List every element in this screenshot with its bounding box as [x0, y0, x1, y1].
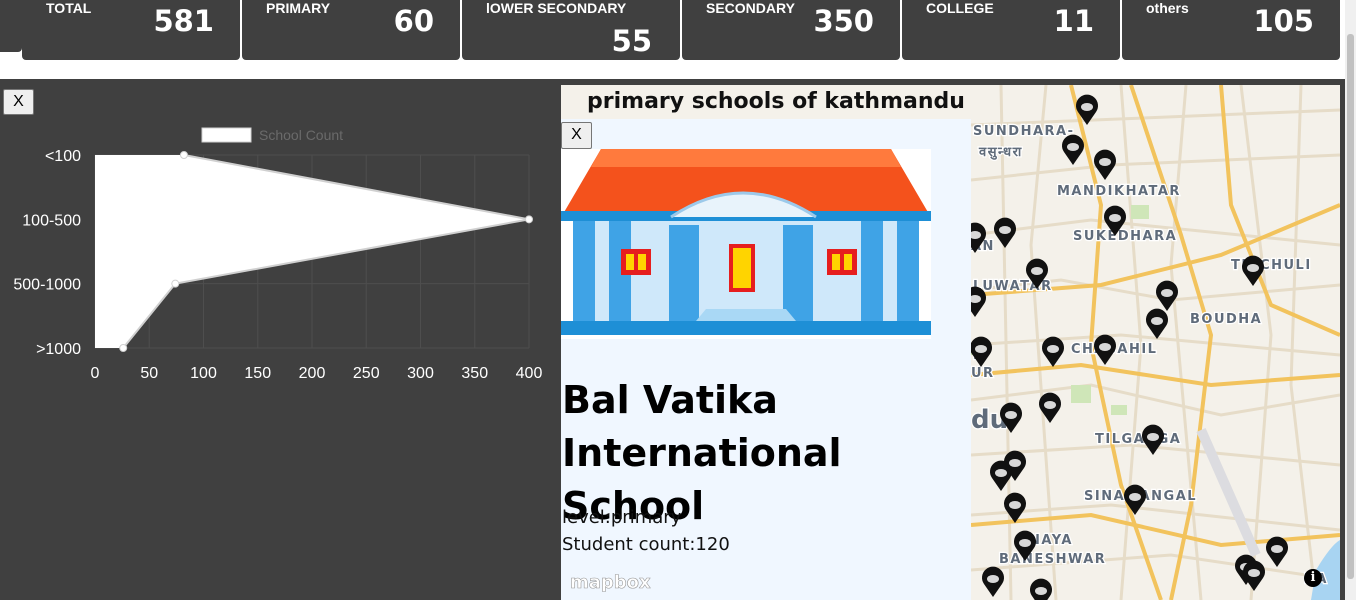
close-chart-button[interactable]: X	[3, 89, 34, 115]
map-place-label: BOUDHA	[1190, 312, 1262, 327]
data-point	[119, 344, 128, 352]
map-place-label: SUKEDHARA	[1073, 229, 1177, 244]
x-tick-label: 350	[461, 365, 488, 382]
stat-card-primary: PRIMARY 60	[242, 0, 460, 60]
x-tick-label: 400	[516, 365, 543, 382]
stat-label: lOWER SECONDARY	[486, 0, 627, 16]
data-point	[171, 279, 180, 288]
stat-value: 55	[611, 24, 652, 58]
x-tick-label: 0	[91, 365, 100, 382]
map-place-label: TILGANGA	[1095, 432, 1181, 447]
stat-card-others: others 105	[1122, 0, 1340, 60]
page-scrollbar[interactable]	[1345, 0, 1356, 600]
data-point	[179, 151, 188, 159]
stat-value: 350	[813, 4, 874, 38]
x-tick-label: 150	[244, 365, 271, 382]
park-area	[1131, 205, 1149, 219]
stat-value: 60	[393, 4, 434, 38]
x-tick-label: 300	[407, 365, 434, 382]
stat-card-partial	[0, 0, 22, 52]
map-place-label: MANDIKHATAR	[1057, 184, 1181, 199]
school-level: level:primary	[562, 507, 682, 528]
stat-label: TOTAL	[46, 0, 92, 16]
scrollbar-thumb[interactable]	[1347, 34, 1354, 579]
stat-label: COLLEGE	[926, 0, 994, 16]
school-popup: X Bal Vatika International School level:…	[561, 119, 971, 600]
map-canvas[interactable]: SUNDHARA-वसुन्धराMANDIKHATARSUKEDHARATIN…	[971, 85, 1340, 600]
stat-card-secondary: SECONDARY 350	[682, 0, 900, 60]
park-area	[1111, 405, 1127, 415]
stat-label: SECONDARY	[706, 0, 795, 16]
legend-swatch	[201, 127, 252, 143]
stats-bar: TOTAL 581 PRIMARY 60 lOWER SECONDARY 55 …	[0, 0, 1345, 60]
stat-value: 581	[153, 4, 214, 38]
data-point	[525, 215, 533, 224]
stat-card-total: TOTAL 581	[22, 0, 240, 60]
map-place-label: वसुन्धरा	[978, 145, 1023, 160]
y-tick-label: >1000	[36, 341, 81, 358]
map-title: primary schools of kathmandu	[587, 89, 965, 114]
x-tick-label: 200	[299, 365, 326, 382]
stat-label: others	[1146, 0, 1189, 16]
x-tick-label: 50	[140, 365, 158, 382]
map-pin-icon[interactable]	[1030, 578, 1052, 600]
map-place-label: SUNDHARA-	[973, 124, 1075, 139]
map-place-label: UR	[971, 366, 995, 381]
mapbox-logo[interactable]: mapbox	[570, 572, 651, 594]
map-place-label: BANESHWAR	[999, 552, 1106, 567]
stat-label: PRIMARY	[266, 0, 331, 16]
x-tick-label: 100	[190, 365, 217, 382]
dashboard-page: TOTAL 581 PRIMARY 60 lOWER SECONDARY 55 …	[0, 0, 1356, 600]
stat-card-college: COLLEGE 11	[902, 0, 1120, 60]
park-area	[1071, 385, 1091, 403]
close-popup-button[interactable]: X	[561, 122, 592, 149]
map-panel[interactable]: SUNDHARA- वसुन्धरा MANDIKHATAR SUKEDHARA TIN…	[561, 85, 1340, 600]
legend-label: School Count	[259, 127, 343, 143]
x-tick-label: 250	[353, 365, 380, 382]
school-student-count: Student count:120	[562, 534, 730, 555]
school-building-icon	[561, 149, 931, 339]
y-tick-label: <100	[45, 148, 81, 165]
info-icon[interactable]: i	[1304, 569, 1322, 587]
stat-value: 11	[1053, 4, 1094, 38]
school-count-chart: <100 100-500 500-1000 >1000 0 50 100 150 200 250 3…	[13, 127, 543, 382]
stat-card-lower-secondary: lOWER SECONDARY 55	[462, 0, 680, 60]
stat-value: 105	[1253, 4, 1314, 38]
y-tick-label: 500-1000	[13, 277, 81, 294]
y-tick-label: 100-500	[22, 212, 81, 229]
